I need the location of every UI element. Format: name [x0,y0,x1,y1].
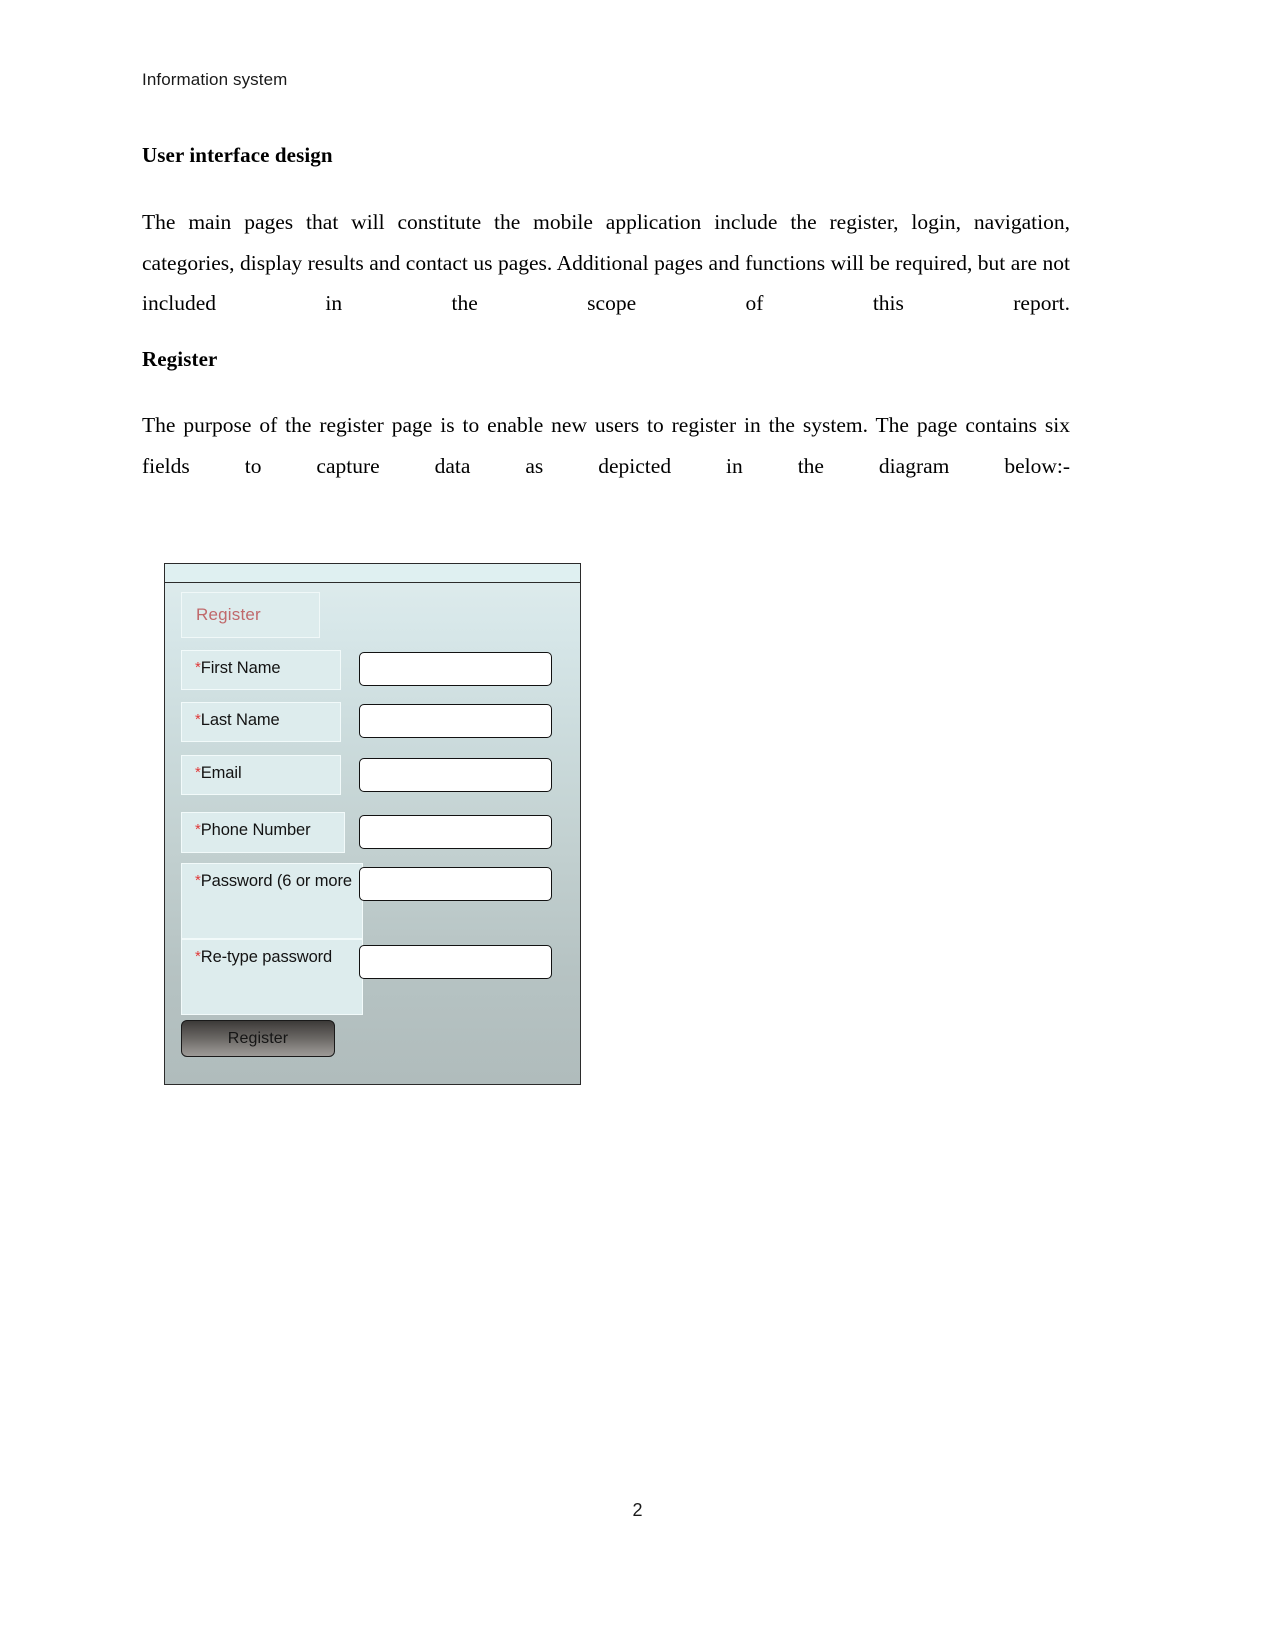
mockup-page-title-box: Register [181,592,320,638]
field-input-first-name[interactable] [359,652,552,686]
running-header: Information system [142,70,288,89]
register-submit-button-label: Register [227,1029,289,1047]
field-label-email: *Email [181,755,341,795]
heading-register: Register [142,347,218,371]
field-input-phone-number[interactable] [359,815,552,849]
field-label-first-name-text: First Name [200,659,281,677]
required-asterisk-icon: * [195,711,201,728]
field-label-last-name: *Last Name [181,702,341,742]
field-label-first-name: *First Name [181,650,341,690]
required-asterisk-icon: * [195,948,201,965]
paragraph-register-text: The purpose of the register page is to e… [142,413,1070,478]
field-label-phone-number-text: Phone Number [200,821,311,839]
mockup-page-title: Register [196,605,261,624]
field-label-last-name-text: Last Name [200,711,280,729]
register-page-wireframe: Register *First Name *Last Name *Email * [164,563,581,1085]
paragraph-ui-design: The main pages that will constitute the … [142,202,1070,364]
field-label-password: *Password (6 or more [181,863,363,939]
mockup-title-bar [165,564,580,583]
required-asterisk-icon: * [195,821,201,838]
required-asterisk-icon: * [195,659,201,676]
field-label-phone-number: *Phone Number [181,812,345,853]
page-number: 2 [632,1500,643,1520]
required-asterisk-icon: * [195,872,201,889]
heading-user-interface-design: User interface design [142,143,333,167]
field-input-password[interactable] [359,867,552,901]
paragraph-register: The purpose of the register page is to e… [142,405,1070,527]
field-input-retype-password[interactable] [359,945,552,979]
required-asterisk-icon: * [195,764,201,781]
paragraph-ui-design-text: The main pages that will constitute the … [142,210,1070,315]
field-input-last-name[interactable] [359,704,552,738]
field-label-email-text: Email [200,764,242,782]
field-label-password-text: Password (6 or more [200,872,352,890]
document-page: Information system User interface design… [0,0,1275,1650]
field-label-retype-password-text: Re-type password [200,948,333,966]
field-input-email[interactable] [359,758,552,792]
field-label-retype-password: *Re-type password [181,939,363,1015]
register-submit-button[interactable]: Register [181,1020,335,1057]
